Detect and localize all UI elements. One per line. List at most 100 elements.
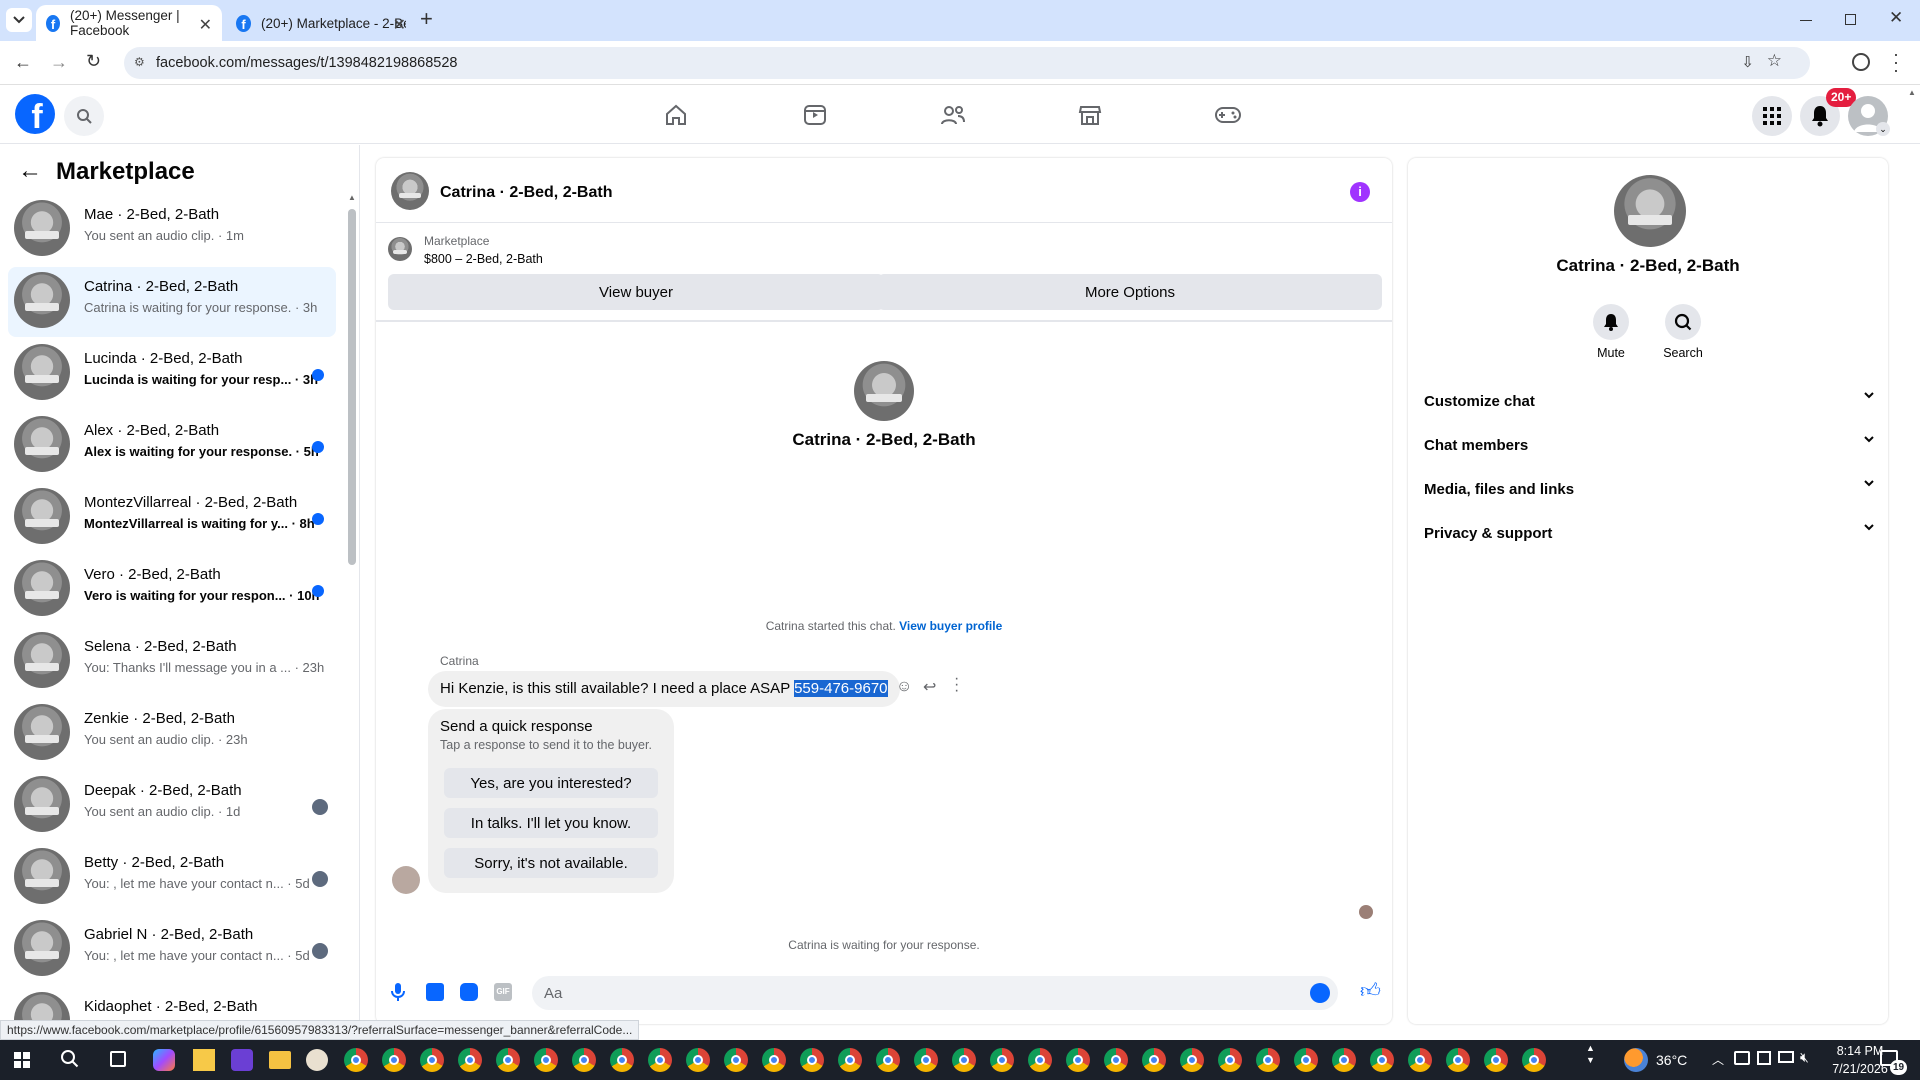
chrome-taskbar-icon[interactable] [1142,1048,1166,1072]
conversation-item[interactable]: Alex · 2-Bed, 2-Bath Alex is waiting for … [8,411,336,481]
message-input[interactable]: Aa [532,976,1338,1010]
chrome-taskbar-icon[interactable] [1446,1048,1470,1072]
reload-icon[interactable]: ↻ [86,51,101,72]
sender-small-avatar[interactable] [392,866,420,894]
facebook-logo[interactable]: f [15,94,55,134]
search-icon[interactable] [60,1049,80,1069]
home-icon[interactable] [661,100,691,130]
chrome-taskbar-icon[interactable] [800,1048,824,1072]
chrome-taskbar-icon[interactable] [344,1048,368,1072]
tab-messenger[interactable]: f (20+) Messenger | Facebook ✕ [36,5,222,41]
weather-icon[interactable] [1624,1048,1648,1072]
site-info-icon[interactable]: ⚙ [134,55,145,69]
mute-button[interactable] [1593,304,1629,340]
address-bar[interactable]: ⚙ facebook.com/messages/t/13984821988685… [124,47,1810,79]
more-options-button[interactable]: More Options [878,274,1382,310]
media-files-links-section[interactable]: Media, files and links [1424,474,1874,504]
chat-info-button[interactable]: i [1350,182,1370,202]
chrome-taskbar-icon[interactable] [534,1048,558,1072]
chrome-taskbar-icon[interactable] [420,1048,444,1072]
chrome-taskbar-icon[interactable] [1370,1048,1394,1072]
chrome-taskbar-icon[interactable] [1484,1048,1508,1072]
chrome-taskbar-icon[interactable] [1028,1048,1052,1072]
chrome-taskbar-icon[interactable] [1408,1048,1432,1072]
chat-header-name[interactable]: Catrina · 2-Bed, 2-Bath [440,184,612,202]
meet-now-icon[interactable] [1734,1051,1750,1065]
app-icon[interactable] [231,1049,253,1071]
quick-response-yes[interactable]: Yes, are you interested? [444,768,658,798]
photo-icon[interactable] [426,983,444,1001]
tab-marketplace[interactable]: f (20+) Marketplace - 2-Bed, 2-B ✕ [226,5,416,41]
marketplace-icon[interactable] [1075,100,1105,130]
chrome-taskbar-icon[interactable] [458,1048,482,1072]
more-actions-icon[interactable]: · · · [954,671,959,699]
customize-chat-section[interactable]: Customize chat [1424,386,1874,416]
bookmark-star-icon[interactable]: ☆ [1767,51,1782,71]
search-button[interactable] [64,96,104,136]
forward-icon[interactable]: → [50,52,68,73]
video-icon[interactable] [800,100,830,130]
tray-overflow-icon[interactable]: ▲ ▼ [1586,1042,1595,1066]
conversation-item[interactable]: Deepak · 2-Bed, 2-Bath You sent an audio … [8,771,336,841]
chrome-taskbar-icon[interactable] [838,1048,862,1072]
sticker-icon[interactable] [460,983,478,1001]
file-explorer-icon[interactable] [269,1051,291,1069]
thumbs-up-icon[interactable]: 👍︎ [1360,979,1381,1003]
chrome-taskbar-icon[interactable] [1294,1048,1318,1072]
temperature[interactable]: 36°C [1656,1052,1687,1068]
chrome-taskbar-icon[interactable] [610,1048,634,1072]
chat-header-avatar[interactable] [391,172,429,210]
info-avatar[interactable] [1614,175,1686,247]
profile-icon[interactable] [1852,53,1870,71]
new-tab-button[interactable]: + [420,6,433,32]
sticky-notes-icon[interactable] [193,1049,215,1071]
chrome-taskbar-icon[interactable] [724,1048,748,1072]
close-window-button[interactable]: ✕ [1889,8,1903,28]
conversation-item[interactable]: Selena · 2-Bed, 2-Bath You: Thanks I'll m… [8,627,336,697]
gif-icon[interactable]: GIF [494,983,512,1001]
volume-muted-icon[interactable]: 🔇︎ [1800,1049,1809,1066]
conversation-item[interactable]: Vero · 2-Bed, 2-Bath Vero is waiting for … [8,555,336,625]
menu-grid-button[interactable] [1752,96,1792,136]
video-capture-icon[interactable] [1757,1051,1771,1065]
back-arrow-icon[interactable]: ← [18,157,42,185]
install-app-icon[interactable]: ⇩ [1741,53,1754,71]
restore-button[interactable] [1845,14,1856,25]
chrome-taskbar-icon[interactable] [686,1048,710,1072]
quick-response-sorry[interactable]: Sorry, it's not available. [444,848,658,878]
conversation-item[interactable]: Betty · 2-Bed, 2-Bath You: , let me have … [8,843,336,913]
conversation-item[interactable]: Gabriel N · 2-Bed, 2-Bath You: , let me h… [8,915,336,985]
chrome-taskbar-icon[interactable] [1522,1048,1546,1072]
conversation-item[interactable]: Catrina · 2-Bed, 2-Bath Catrina is waitin… [8,267,336,337]
show-hidden-icons[interactable]: ︿ [1712,1051,1724,1068]
chrome-taskbar-icon[interactable] [990,1048,1014,1072]
minimize-button[interactable] [1800,20,1812,21]
quick-response-in-talks[interactable]: In talks. I'll let you know. [444,808,658,838]
conversation-item[interactable]: Lucinda · 2-Bed, 2-Bath Lucinda is waitin… [8,339,336,409]
listing-price[interactable]: $800 – 2-Bed, 2-Bath [424,252,543,266]
intro-avatar[interactable] [854,361,914,421]
chrome-taskbar-icon[interactable] [952,1048,976,1072]
chrome-taskbar-icon[interactable] [648,1048,672,1072]
privacy-support-section[interactable]: Privacy & support [1424,518,1874,548]
scrollbar[interactable] [348,209,356,565]
start-button[interactable] [14,1052,30,1068]
chrome-taskbar-icon[interactable] [762,1048,786,1072]
chrome-taskbar-icon[interactable] [914,1048,938,1072]
app-icon[interactable] [306,1049,328,1071]
chrome-taskbar-icon[interactable] [1066,1048,1090,1072]
account-chevron-icon[interactable]: ⌄ [1876,122,1890,136]
chrome-taskbar-icon[interactable] [572,1048,596,1072]
conversation-item[interactable]: Mae · 2-Bed, 2-Bath You sent an audio cli… [8,195,336,265]
chrome-taskbar-icon[interactable] [876,1048,900,1072]
listing-thumbnail[interactable] [388,237,412,261]
back-icon[interactable]: ← [14,52,32,73]
close-tab-icon[interactable]: ✕ [393,15,406,35]
friends-icon[interactable] [938,100,968,130]
chrome-taskbar-icon[interactable] [1332,1048,1356,1072]
task-view-icon[interactable] [110,1051,126,1067]
chrome-taskbar-icon[interactable] [1218,1048,1242,1072]
close-tab-icon[interactable]: ✕ [199,15,212,35]
message-phone-highlighted[interactable]: 559-476-9670 [794,680,888,697]
view-buyer-button[interactable]: View buyer [388,274,884,310]
